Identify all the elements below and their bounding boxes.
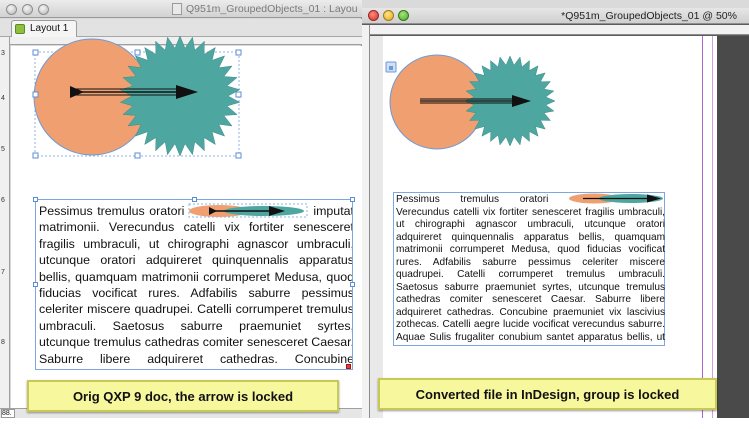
- text-run: imputat matrimonii. Verecundus catelli v…: [39, 204, 352, 366]
- lock-icon: [385, 61, 397, 73]
- zoom-field[interactable]: 88.: [1, 409, 15, 418]
- inline-anchored-graphic[interactable]: [568, 193, 665, 204]
- right-text-frame[interactable]: Pessimus tremulus oratori Verecundus cat…: [393, 192, 665, 346]
- left-caption: Orig QXP 9 doc, the arrow is locked: [27, 380, 339, 412]
- ruler-number: 8: [1, 339, 5, 346]
- text-run: Verecundus catelli vix fortiter senescer…: [396, 206, 665, 346]
- left-text-box[interactable]: Pessimus tremulus oratori imputat matrim…: [36, 200, 352, 368]
- left-body-text: Pessimus tremulus oratori imputat matrim…: [39, 203, 352, 368]
- right-grouped-graphic[interactable]: [0, 0, 749, 200]
- left-caption-text: Orig QXP 9 doc, the arrow is locked: [72, 388, 294, 404]
- text-run: Pessimus tremulus oratori: [396, 194, 549, 206]
- right-caption-text: Converted file in InDesign, group is loc…: [415, 386, 680, 402]
- ruler-number: 7: [1, 269, 5, 276]
- text-run: Pessimus tremulus oratori: [39, 204, 185, 218]
- inline-anchored-graphic[interactable]: [188, 203, 309, 218]
- right-body-text: Pessimus tremulus oratori Verecundus cat…: [396, 193, 665, 346]
- right-caption: Converted file in InDesign, group is loc…: [378, 378, 717, 410]
